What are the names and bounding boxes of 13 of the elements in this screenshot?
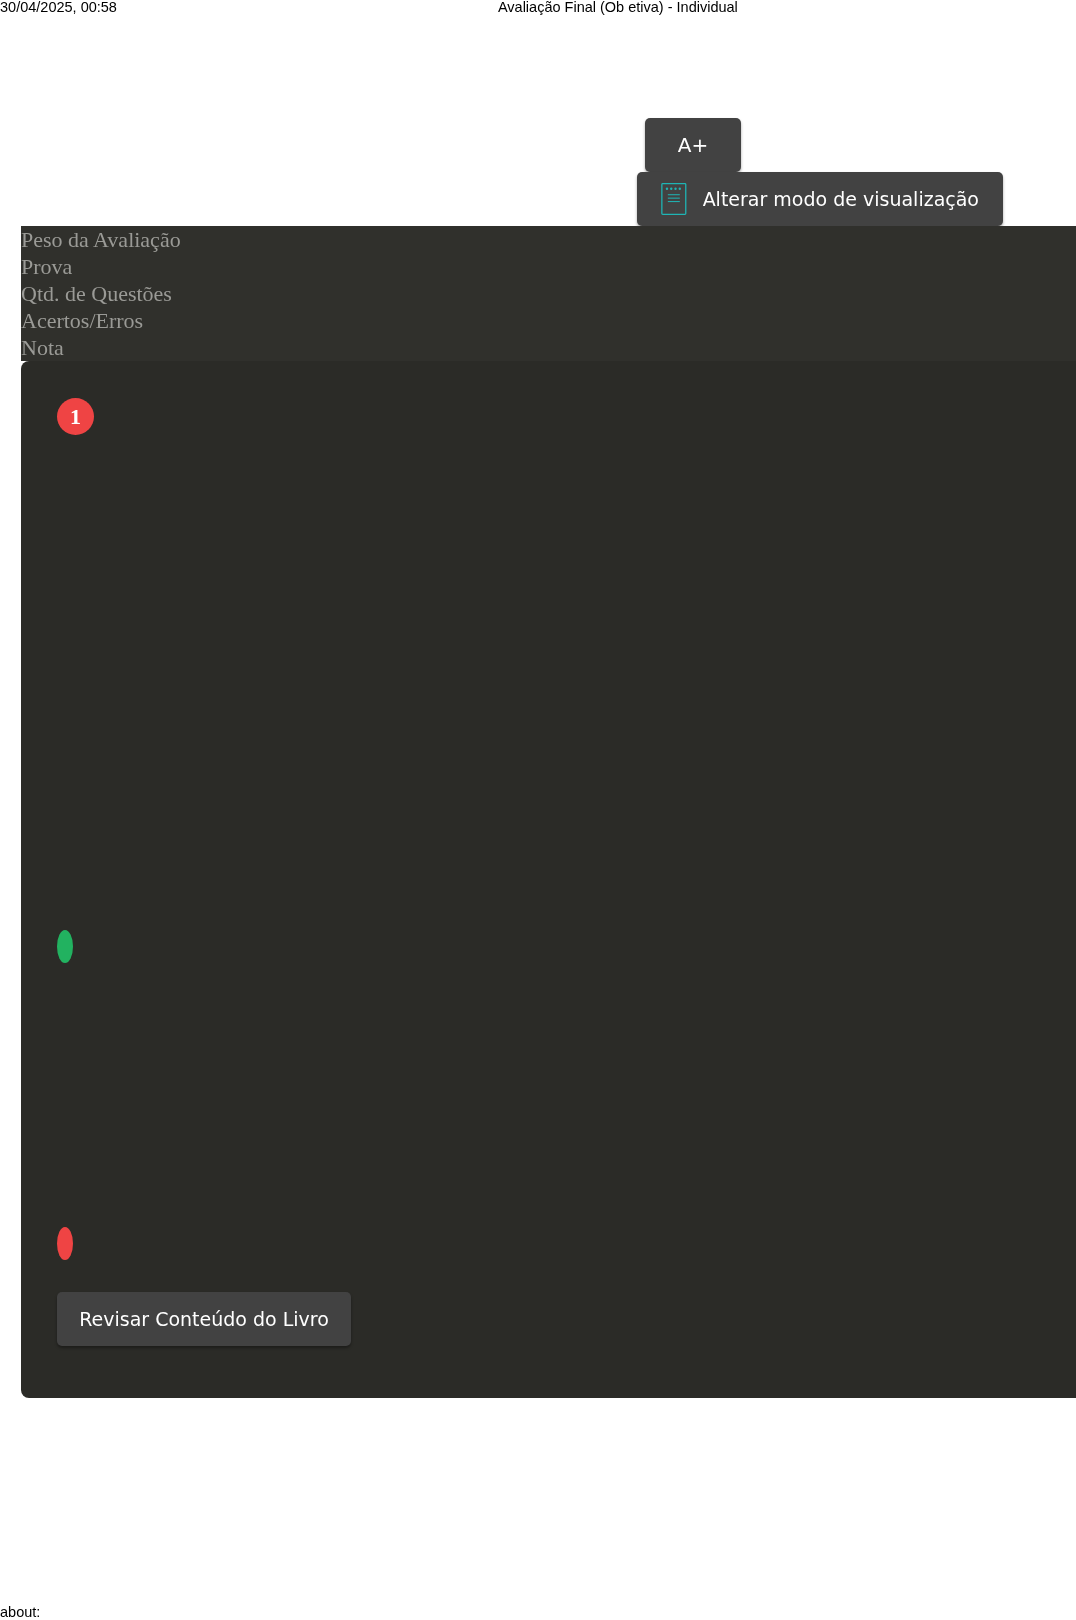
view-mode-button[interactable]: Alterar modo de visualização [637, 172, 1003, 226]
info-label: Qtd. de Questões [21, 280, 173, 307]
info-label: Acertos/Erros [21, 307, 145, 334]
info-label: Peso da Avaliação [21, 226, 182, 253]
page-title: Avaliação Final (Ob etiva) - Individual [497, 0, 738, 15]
print-date: 30/04/2025, 00:58 [0, 0, 117, 15]
font-size-button[interactable]: A+ [645, 118, 741, 172]
question-number: 1 [57, 398, 94, 435]
document-icon [661, 180, 687, 218]
info-label: Prova [21, 253, 74, 280]
review-book-button[interactable]: Revisar Conteúdo do Livro [57, 1292, 351, 1346]
info-label: Nota [21, 334, 65, 361]
print-footer-url: about: [0, 1605, 41, 1620]
